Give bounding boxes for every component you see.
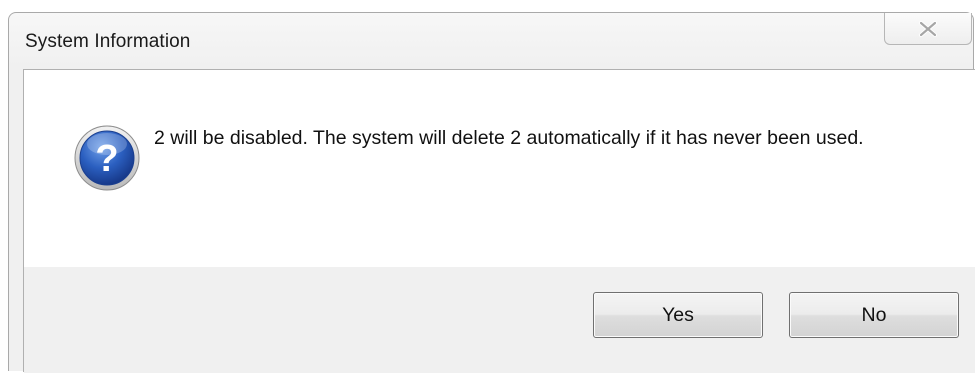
close-button[interactable] [884, 13, 972, 45]
question-icon: ? [74, 125, 140, 191]
dialog-window: System Information ? 2 will be disabled.… [8, 12, 975, 373]
close-icon [919, 20, 937, 37]
no-button[interactable]: No [789, 292, 959, 338]
button-bar: Yes No [24, 267, 975, 373]
yes-button[interactable]: Yes [593, 292, 763, 338]
message-area: ? 2 will be disabled. The system will de… [24, 70, 975, 267]
dialog-body: ? 2 will be disabled. The system will de… [23, 69, 975, 373]
dialog-message: 2 will be disabled. The system will dele… [154, 127, 864, 149]
window-title: System Information [25, 31, 191, 52]
svg-text:?: ? [95, 138, 118, 180]
